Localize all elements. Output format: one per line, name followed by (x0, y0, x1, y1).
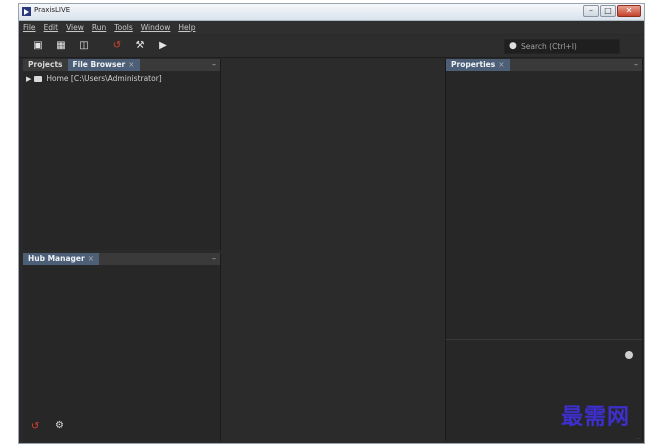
file-browser-panel: Projects File Browser × – ▶ Home [C:\User… (23, 59, 221, 250)
properties-panel: Properties × – (446, 59, 643, 441)
menu-help[interactable]: Help (174, 21, 199, 34)
close-tab-icon[interactable]: × (498, 60, 504, 69)
close-tab-icon[interactable]: × (128, 60, 134, 69)
run-icon[interactable]: ▶ (156, 40, 170, 52)
status-indicator-icon (625, 351, 633, 359)
hub-manager-panel: Hub Manager × – ↺ ⚙ (23, 253, 221, 441)
menu-edit[interactable]: Edit (40, 21, 63, 34)
tree-item-label: Home [C:\Users\Administrator] (46, 74, 162, 83)
build-icon[interactable]: ⚒ (133, 40, 147, 52)
new-file-icon[interactable]: ◫ (77, 40, 91, 52)
properties-tabbar: Properties × – (446, 59, 642, 71)
minimize-button[interactable]: – (583, 5, 599, 17)
search-input[interactable] (521, 40, 617, 53)
maximize-button[interactable]: □ (600, 5, 616, 17)
tab-properties[interactable]: Properties × (446, 59, 510, 71)
menu-file[interactable]: File (19, 21, 40, 34)
search-box[interactable]: ● (504, 39, 620, 54)
panel-divider (446, 339, 642, 340)
app-window: PraxisLIVE – □ ✕ File Edit View Run Tool… (18, 3, 645, 444)
undo-icon[interactable]: ↺ (110, 40, 124, 52)
menu-tools[interactable]: Tools (110, 21, 136, 34)
folder-icon (34, 75, 43, 82)
restart-icon[interactable]: ↺ (31, 421, 39, 432)
file-browser-tabbar: Projects File Browser × – (23, 59, 220, 71)
search-icon: ● (509, 41, 517, 51)
toolbar: ▣ ▦ ◫ ↺ ⚒ ▶ ● (19, 35, 644, 58)
settings-icon[interactable]: ⚙ (55, 420, 64, 431)
close-tab-icon[interactable]: × (88, 254, 94, 263)
expand-arrow-icon[interactable]: ▶ (26, 75, 31, 83)
hub-manager-tabbar: Hub Manager × – (23, 253, 220, 265)
menu-bar: File Edit View Run Tools Window Help (19, 21, 644, 34)
minimize-panel-icon[interactable]: – (212, 254, 216, 263)
new-project-icon[interactable]: ▣ (31, 40, 45, 52)
minimize-panel-icon[interactable]: – (634, 60, 638, 69)
title-bar: PraxisLIVE – □ ✕ (19, 4, 644, 21)
tab-projects[interactable]: Projects (23, 59, 68, 71)
watermark-logo: 最需网 (560, 404, 630, 430)
tree-item-home[interactable]: ▶ Home [C:\Users\Administrator] (26, 74, 162, 83)
editor-area (221, 59, 446, 441)
praxislive-logo-icon (22, 7, 31, 16)
tab-hub-manager[interactable]: Hub Manager × (23, 253, 99, 265)
window-title: PraxisLIVE (34, 6, 71, 14)
menu-window[interactable]: Window (137, 21, 175, 34)
window-controls: – □ ✕ (582, 5, 641, 17)
menu-view[interactable]: View (62, 21, 88, 34)
close-button[interactable]: ✕ (617, 5, 641, 17)
minimize-panel-icon[interactable]: – (212, 60, 216, 69)
open-project-icon[interactable]: ▦ (54, 40, 68, 52)
status-corner-mark: ··· (635, 436, 640, 442)
tab-file-browser[interactable]: File Browser × (67, 59, 140, 71)
menu-run[interactable]: Run (88, 21, 110, 34)
